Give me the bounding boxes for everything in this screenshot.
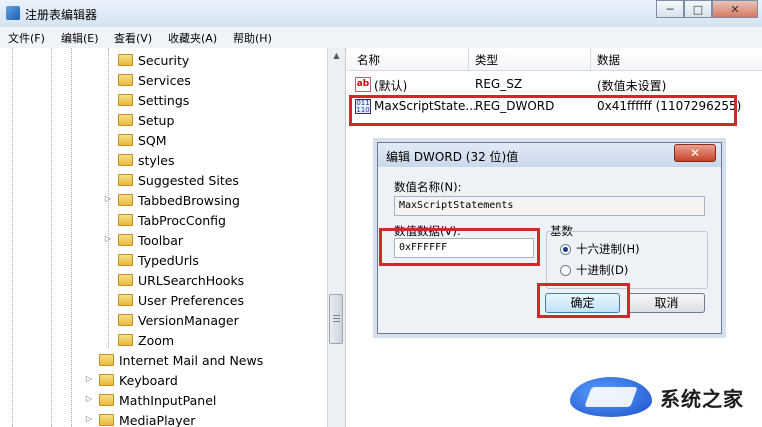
grip-line bbox=[333, 321, 340, 322]
tree-node-suggested-sites[interactable]: Suggested Sites bbox=[118, 170, 239, 190]
folder-icon bbox=[118, 74, 133, 86]
tree-node-zoom[interactable]: Zoom bbox=[118, 330, 174, 350]
tree-node-mathinputpanel[interactable]: MathInputPanel bbox=[99, 390, 216, 410]
watermark-logo-icon bbox=[570, 377, 652, 417]
tree-node-security[interactable]: Security bbox=[118, 50, 189, 70]
folder-icon bbox=[118, 294, 133, 306]
folder-icon bbox=[118, 194, 133, 206]
column-header-data[interactable]: 数据 bbox=[597, 52, 620, 68]
folder-icon bbox=[118, 234, 133, 246]
tree-node-typedurls[interactable]: TypedUrls bbox=[118, 250, 199, 270]
folder-icon bbox=[99, 354, 114, 366]
grip-line bbox=[333, 318, 340, 319]
tree-node-setup[interactable]: Setup bbox=[118, 110, 174, 130]
maximize-button[interactable]: □ bbox=[684, 0, 712, 18]
menu-bar: 文件(F) 编辑(E) 查看(V) 收藏夹(A) 帮助(H) bbox=[0, 27, 762, 49]
value-name-field[interactable]: MaxScriptStatements bbox=[394, 196, 705, 216]
column-header-name[interactable]: 名称 bbox=[357, 52, 380, 68]
watermark-text: 系统之家 bbox=[660, 387, 744, 411]
tree-node-tabbedbrowsing[interactable]: TabbedBrowsing bbox=[118, 190, 240, 210]
folder-icon bbox=[99, 374, 114, 386]
menu-view[interactable]: 查看(V) bbox=[114, 30, 152, 46]
radio-selected-icon bbox=[560, 243, 571, 255]
folder-icon bbox=[118, 314, 133, 326]
highlight-box-value-data bbox=[379, 228, 540, 266]
tree-node-internet-mail-and-news[interactable]: Internet Mail and News bbox=[99, 350, 263, 370]
radio-decimal[interactable]: 十进制(D) bbox=[560, 262, 628, 278]
grip-line bbox=[333, 315, 340, 316]
scroll-thumb[interactable] bbox=[329, 294, 343, 344]
string-value-icon: ab bbox=[355, 77, 371, 92]
tree-guide-line bbox=[71, 48, 72, 427]
value-row-default[interactable]: ab (默认) REG_SZ (数值未设置) bbox=[347, 75, 762, 95]
regedit-app-icon bbox=[6, 6, 20, 20]
menu-edit[interactable]: 编辑(E) bbox=[61, 30, 99, 46]
folder-icon bbox=[118, 54, 133, 66]
tree-node-sqm[interactable]: SQM bbox=[118, 130, 167, 150]
minimize-button[interactable]: ─ bbox=[656, 0, 684, 18]
expand-arrow-icon[interactable]: ▷ bbox=[104, 194, 112, 203]
highlight-box-value-row bbox=[349, 95, 737, 126]
column-separator[interactable] bbox=[590, 48, 591, 70]
tree-node-mediaplayer[interactable]: MediaPlayer bbox=[99, 410, 195, 427]
expand-arrow-icon[interactable]: ▷ bbox=[85, 394, 93, 403]
menu-file[interactable]: 文件(F) bbox=[8, 30, 45, 46]
tree-node-toolbar[interactable]: Toolbar bbox=[118, 230, 183, 250]
tree-scrollbar[interactable]: ▲ bbox=[327, 48, 345, 427]
tree-node-keyboard[interactable]: Keyboard bbox=[99, 370, 178, 390]
folder-icon bbox=[118, 214, 133, 226]
tree-node-settings[interactable]: Settings bbox=[118, 90, 189, 110]
site-watermark: 系统之家 bbox=[570, 373, 760, 421]
radio-unselected-icon bbox=[560, 264, 571, 276]
tree-node-urlsearchhooks[interactable]: URLSearchHooks bbox=[118, 270, 244, 290]
folder-icon bbox=[118, 174, 133, 186]
value-name-label: 数值名称(N): bbox=[394, 180, 462, 194]
folder-icon bbox=[118, 254, 133, 266]
tree-node-user-preferences[interactable]: User Preferences bbox=[118, 290, 244, 310]
cancel-button[interactable]: 取消 bbox=[628, 293, 705, 313]
highlight-box-ok-button bbox=[537, 283, 630, 318]
column-header-type[interactable]: 类型 bbox=[475, 52, 498, 68]
expand-arrow-icon[interactable]: ▷ bbox=[104, 234, 112, 243]
folder-icon bbox=[118, 134, 133, 146]
list-header: 名称 类型 数据 bbox=[347, 48, 762, 71]
folder-icon bbox=[99, 414, 114, 426]
folder-icon bbox=[118, 154, 133, 166]
menu-help[interactable]: 帮助(H) bbox=[233, 30, 272, 46]
registry-tree-pane: Security Services Settings Setup SQM sty… bbox=[0, 48, 346, 427]
menu-favorites[interactable]: 收藏夹(A) bbox=[168, 30, 217, 46]
value-data: (数值未设置) bbox=[597, 79, 667, 93]
expand-arrow-icon[interactable]: ▷ bbox=[85, 414, 93, 423]
column-separator[interactable] bbox=[468, 48, 469, 70]
scroll-up-arrow-icon[interactable]: ▲ bbox=[328, 48, 345, 64]
folder-icon bbox=[118, 94, 133, 106]
tree-node-tabprocconfig[interactable]: TabProcConfig bbox=[118, 210, 226, 230]
tree-node-styles[interactable]: styles bbox=[118, 150, 175, 170]
close-button[interactable]: ✕ bbox=[712, 0, 758, 18]
folder-icon bbox=[99, 394, 114, 406]
base-groupbox bbox=[546, 231, 708, 289]
title-bar: 注册表编辑器 ─ □ ✕ bbox=[0, 0, 762, 27]
radio-hexadecimal[interactable]: 十六进制(H) bbox=[560, 241, 640, 257]
value-type: REG_SZ bbox=[475, 77, 523, 91]
dialog-title: 编辑 DWORD (32 位)值 bbox=[386, 150, 519, 164]
tree-guide-line bbox=[12, 48, 13, 427]
window-title: 注册表编辑器 bbox=[25, 8, 98, 22]
folder-icon bbox=[118, 334, 133, 346]
tree-guide-line bbox=[51, 48, 52, 427]
value-name: (默认) bbox=[374, 79, 408, 93]
folder-icon bbox=[118, 274, 133, 286]
tree-node-versionmanager[interactable]: VersionManager bbox=[118, 310, 239, 330]
folder-icon bbox=[118, 114, 133, 126]
tree-node-services[interactable]: Services bbox=[118, 70, 191, 90]
expand-arrow-icon[interactable]: ▷ bbox=[85, 374, 93, 383]
dialog-title-bar: 编辑 DWORD (32 位)值 ✕ bbox=[378, 143, 721, 167]
dialog-close-button[interactable]: ✕ bbox=[674, 144, 716, 162]
